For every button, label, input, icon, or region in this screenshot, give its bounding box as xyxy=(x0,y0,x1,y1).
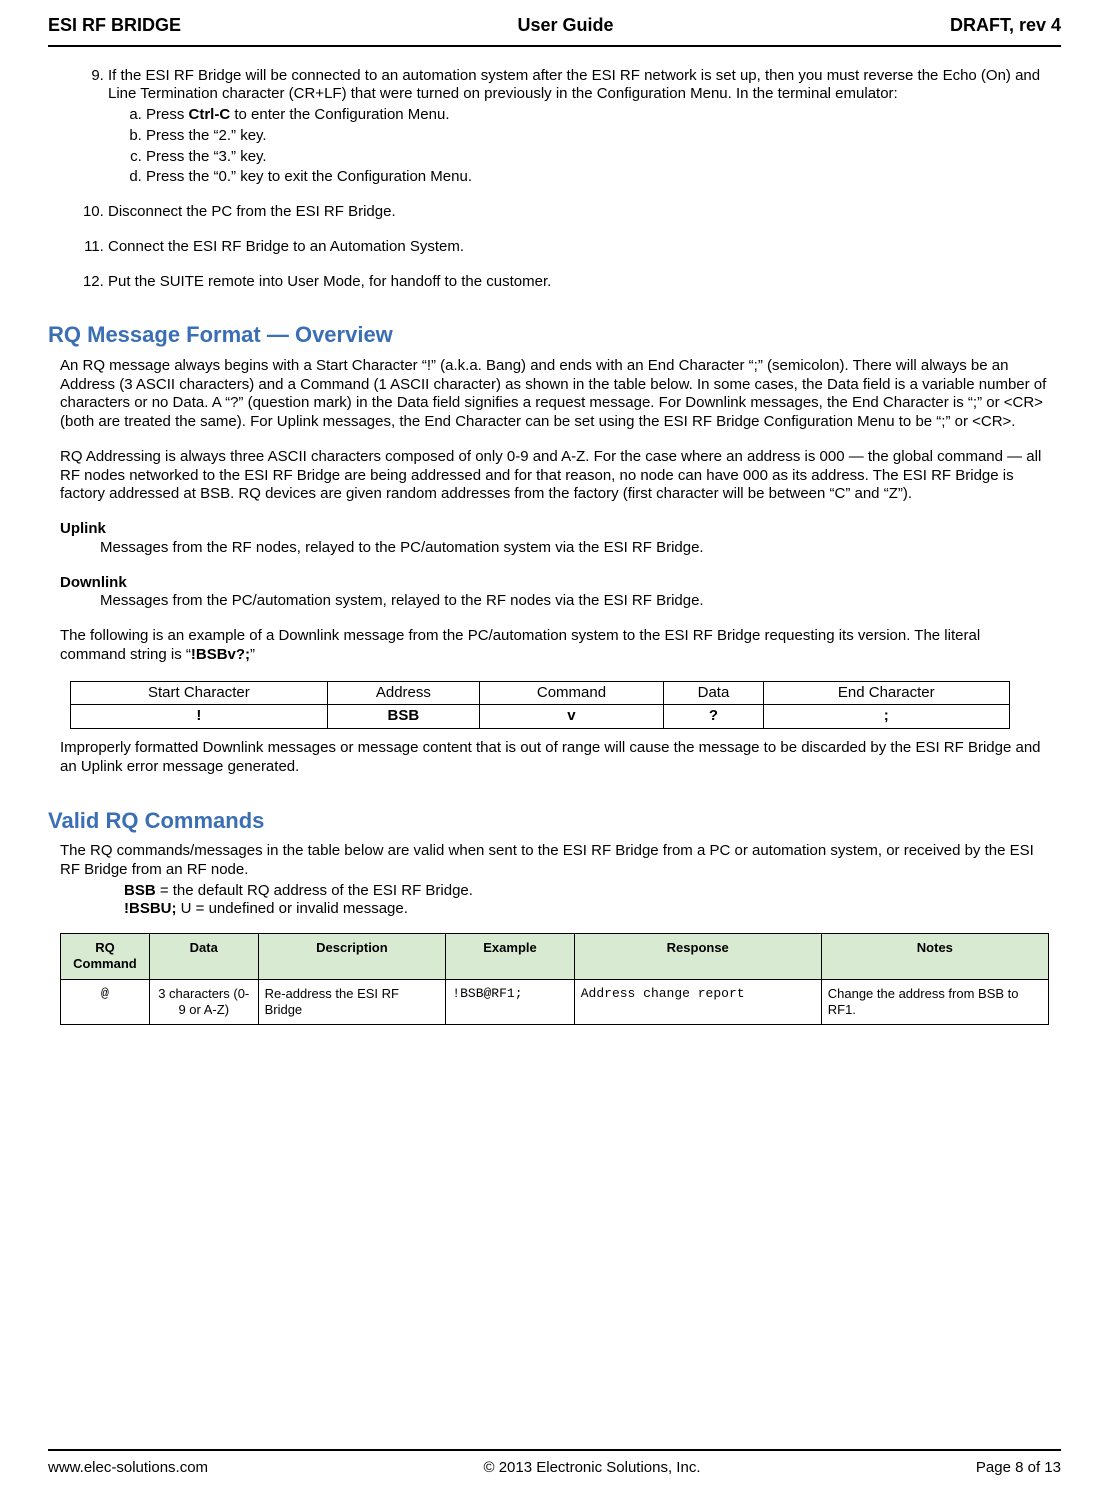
step-11: Connect the ESI RF Bridge to an Automati… xyxy=(108,238,1049,257)
page-content: If the ESI RF Bridge will be connected t… xyxy=(48,67,1061,1026)
setup-steps-list: If the ESI RF Bridge will be connected t… xyxy=(60,67,1049,292)
page-footer: www.elec-solutions.com © 2013 Electronic… xyxy=(48,1455,1061,1478)
v-address: BSB xyxy=(327,705,479,729)
uplink-def: Uplink Messages from the RF nodes, relay… xyxy=(60,520,1049,558)
commands-header-row: RQ Command Data Description Example Resp… xyxy=(61,934,1049,980)
commands-row-1: @ 3 characters (0-9 or A-Z) Re-address t… xyxy=(61,979,1049,1025)
ch-resp: Response xyxy=(574,934,821,980)
footer-center: © 2013 Electronic Solutions, Inc. xyxy=(483,1459,700,1478)
step-9: If the ESI RF Bridge will be connected t… xyxy=(108,67,1049,188)
footer-rule xyxy=(48,1449,1061,1451)
page-header: ESI RF BRIDGE User Guide DRAFT, rev 4 xyxy=(48,10,1061,43)
c1-notes: Change the address from BSB to RF1. xyxy=(821,979,1048,1025)
header-rule xyxy=(48,45,1061,47)
footer-right: Page 8 of 13 xyxy=(976,1459,1061,1478)
commands-table: RQ Command Data Description Example Resp… xyxy=(60,933,1049,1025)
footer-left: www.elec-solutions.com xyxy=(48,1459,208,1478)
step-10: Disconnect the PC from the ESI RF Bridge… xyxy=(108,203,1049,222)
ch-data: Data xyxy=(149,934,258,980)
bsb-bold: BSB xyxy=(124,882,156,899)
step-9a: Press Ctrl-C to enter the Configuration … xyxy=(146,106,1049,125)
ch-rq: RQ Command xyxy=(61,934,150,980)
c1-resp: Address change report xyxy=(574,979,821,1025)
bsbu-bold: !BSBU; xyxy=(124,900,177,917)
rq-format-p1: An RQ message always begins with a Start… xyxy=(60,357,1049,432)
c1-ex: !BSB@RF1; xyxy=(446,979,574,1025)
header-center: User Guide xyxy=(517,14,613,37)
h-address: Address xyxy=(327,681,479,705)
downlink-term: Downlink xyxy=(60,574,1049,593)
c1-cmd: @ xyxy=(61,979,150,1025)
uplink-body: Messages from the RF nodes, relayed to t… xyxy=(60,539,1049,558)
h-command: Command xyxy=(479,681,663,705)
step-12: Put the SUITE remote into User Mode, for… xyxy=(108,273,1049,292)
v-end: ; xyxy=(763,705,1009,729)
step-9-text: If the ESI RF Bridge will be connected t… xyxy=(108,67,1040,103)
rq-format-p3: The following is an example of a Downlin… xyxy=(60,627,1049,665)
step-9b: Press the “2.” key. xyxy=(146,127,1049,146)
ch-ex: Example xyxy=(446,934,574,980)
literal-command: !BSBv?; xyxy=(191,646,250,663)
header-right: DRAFT, rev 4 xyxy=(950,14,1061,37)
uplink-term: Uplink xyxy=(60,520,1049,539)
ch-notes: Notes xyxy=(821,934,1048,980)
msg-format-table: Start Character Address Command Data End… xyxy=(70,681,1010,730)
step-9c: Press the “3.” key. xyxy=(146,148,1049,167)
valid-line1: BSB = the default RQ address of the ESI … xyxy=(60,882,1049,901)
valid-line2: !BSBU; U = undefined or invalid message. xyxy=(60,900,1049,919)
h-end: End Character xyxy=(763,681,1009,705)
ch-desc: Description xyxy=(258,934,446,980)
ctrl-c-bold: Ctrl-C xyxy=(189,106,231,123)
downlink-body: Messages from the PC/automation system, … xyxy=(60,592,1049,611)
msg-format-header-row: Start Character Address Command Data End… xyxy=(71,681,1010,705)
header-left: ESI RF BRIDGE xyxy=(48,14,181,37)
v-start: ! xyxy=(71,705,328,729)
step-9d: Press the “0.” key to exit the Configura… xyxy=(146,168,1049,187)
msg-format-value-row: ! BSB v ? ; xyxy=(71,705,1010,729)
rq-format-p4: Improperly formatted Downlink messages o… xyxy=(60,739,1049,777)
v-command: v xyxy=(479,705,663,729)
rq-format-p2: RQ Addressing is always three ASCII char… xyxy=(60,448,1049,504)
c1-desc: Re-address the ESI RF Bridge xyxy=(258,979,446,1025)
downlink-def: Downlink Messages from the PC/automation… xyxy=(60,574,1049,612)
heading-rq-format: RQ Message Format — Overview xyxy=(48,321,1049,349)
step-9-sublist: Press Ctrl-C to enter the Configuration … xyxy=(108,106,1049,187)
h-start: Start Character xyxy=(71,681,328,705)
heading-valid-commands: Valid RQ Commands xyxy=(48,807,1049,835)
v-data: ? xyxy=(663,705,763,729)
valid-intro: The RQ commands/messages in the table be… xyxy=(60,842,1049,880)
h-data: Data xyxy=(663,681,763,705)
c1-data: 3 characters (0-9 or A-Z) xyxy=(149,979,258,1025)
